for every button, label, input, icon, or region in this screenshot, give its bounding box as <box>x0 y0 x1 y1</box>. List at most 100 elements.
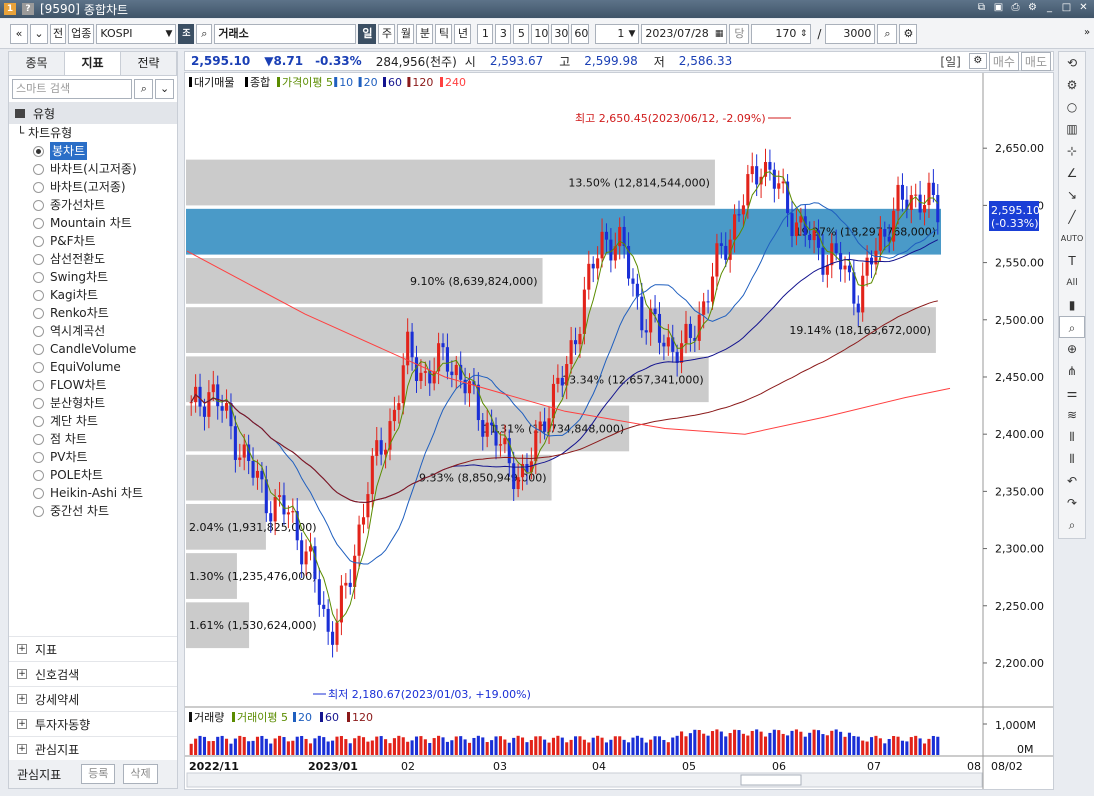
radio-icon[interactable] <box>33 163 44 175</box>
help-icon[interactable]: ? <box>22 3 34 15</box>
gann-icon[interactable]: ≋ <box>1059 404 1085 426</box>
chart-settings-icon[interactable]: ⚙ <box>968 53 987 69</box>
candle-icon[interactable]: ▮ <box>1059 294 1085 316</box>
save-icon[interactable]: ▣ <box>992 1 1005 15</box>
maximize-icon[interactable]: □ <box>1060 1 1073 15</box>
chart-type-item[interactable]: CandleVolume <box>17 340 177 358</box>
minimize-icon[interactable]: _ <box>1043 1 1056 15</box>
radio-icon[interactable] <box>33 451 44 463</box>
chart-type-item[interactable]: PV차트 <box>17 448 177 466</box>
radio-icon[interactable] <box>33 505 44 517</box>
jeon-button[interactable]: 전 <box>50 23 67 44</box>
magnet-icon[interactable]: ⋔ <box>1059 360 1085 382</box>
total-field[interactable]: 3000 <box>825 23 876 44</box>
interval-5-button[interactable]: 5 <box>513 23 530 44</box>
section-strength[interactable]: + 강세약세 <box>9 686 177 711</box>
radio-icon[interactable] <box>33 397 44 409</box>
smart-search-input[interactable]: 스마트 검색 <box>12 79 133 99</box>
exchange-field[interactable]: 거래소 <box>214 23 357 44</box>
chart-type-item[interactable]: 분산형차트 <box>17 394 177 412</box>
radio-icon[interactable] <box>33 271 44 283</box>
text-icon[interactable]: T <box>1059 250 1085 272</box>
radio-icon[interactable] <box>33 145 44 157</box>
radio-icon[interactable] <box>33 325 44 337</box>
radio-icon[interactable] <box>33 415 44 427</box>
period-tick-button[interactable]: 틱 <box>435 23 453 44</box>
interval-60-button[interactable]: 60 <box>571 23 590 44</box>
stepper-icon[interactable]: ⇕ <box>800 25 808 43</box>
type-header[interactable]: 유형 <box>9 102 177 124</box>
unit-select[interactable]: 1 ▼ <box>595 23 640 44</box>
interval-1-button[interactable]: 1 <box>477 23 494 44</box>
date-field[interactable]: 2023/07/28 ▦ <box>641 23 728 44</box>
undo-icon[interactable]: ↶ <box>1059 470 1085 492</box>
period-minute-button[interactable]: 분 <box>416 23 434 44</box>
auto-icon[interactable]: AUTO <box>1059 228 1085 250</box>
circle-icon[interactable]: ○ <box>1059 96 1085 118</box>
radio-icon[interactable] <box>33 289 44 301</box>
delete-button[interactable]: 삭제 <box>123 764 158 784</box>
radio-icon[interactable] <box>33 181 44 193</box>
arrow-icon[interactable]: ↘ <box>1059 184 1085 206</box>
chart-type-item[interactable]: FLOW차트 <box>17 376 177 394</box>
search-icon[interactable]: ⌕ <box>134 79 154 99</box>
radio-icon[interactable] <box>33 487 44 499</box>
market-select[interactable]: KOSPI ▼ <box>96 23 177 44</box>
period-month-button[interactable]: 월 <box>397 23 415 44</box>
radio-icon[interactable] <box>33 343 44 355</box>
upjong-button[interactable]: 업종 <box>68 23 95 44</box>
chart-type-item[interactable]: POLE차트 <box>17 466 177 484</box>
scroll-thumb[interactable] <box>740 774 802 786</box>
section-investor-trend[interactable]: + 투자자동향 <box>9 711 177 736</box>
chart-type-item[interactable]: Kagi차트 <box>17 286 177 304</box>
tab-indicator[interactable]: 지표 <box>65 52 121 75</box>
calendar-icon[interactable]: ▦ <box>715 25 724 43</box>
radio-icon[interactable] <box>33 469 44 481</box>
chart-type-item[interactable]: 계단 차트 <box>17 412 177 430</box>
current-button[interactable]: 당 <box>729 23 750 44</box>
fibonacci-icon[interactable]: ⚌ <box>1059 382 1085 404</box>
settings-icon[interactable]: ⚙ <box>1026 1 1039 15</box>
gear-icon[interactable]: ⚙ <box>1059 74 1085 96</box>
radio-icon[interactable] <box>33 433 44 445</box>
count-stepper[interactable]: 170 ⇕ <box>751 23 812 44</box>
chart-area[interactable]: 대기매물 종합 가격이평 5 10 20 60 120 240 13.50% (12,814,5… <box>184 72 1054 790</box>
tree-root[interactable]: └ 차트유형 <box>17 124 177 142</box>
all-icon[interactable]: All <box>1059 272 1085 294</box>
chart-icon[interactable]: ▥ <box>1059 118 1085 140</box>
link-icon[interactable]: ⧉ <box>975 1 988 15</box>
refresh-icon[interactable]: ⟲ <box>1059 52 1085 74</box>
chart-type-item[interactable]: 바차트(시고저종) <box>17 160 177 178</box>
code-search-icon[interactable]: 조 <box>178 23 195 44</box>
zoom-icon[interactable]: ⌕ <box>1059 316 1085 338</box>
chart-type-item[interactable]: Swing차트 <box>17 268 177 286</box>
zoom-search-icon[interactable]: ⌕ <box>877 23 898 44</box>
zoom-in-icon[interactable]: ⊕ <box>1059 338 1085 360</box>
chart-type-item[interactable]: P&F차트 <box>17 232 177 250</box>
price-chart-svg[interactable]: 대기매물 종합 가격이평 5 10 20 60 120 240 13.50% (12,814,5… <box>185 73 1053 789</box>
tab-strategy[interactable]: 전략 <box>121 52 177 75</box>
angle-icon[interactable]: ∠ <box>1059 162 1085 184</box>
radio-icon[interactable] <box>33 379 44 391</box>
section-indicator[interactable]: + 지표 <box>9 636 177 661</box>
cross-line-icon[interactable]: ⊹ <box>1059 140 1085 162</box>
magnifier-icon[interactable]: ⌕ <box>1059 514 1085 536</box>
chart-type-item[interactable]: 삼선전환도 <box>17 250 177 268</box>
period-week-button[interactable]: 주 <box>378 23 396 44</box>
nav-down-button[interactable]: ⌄ <box>30 23 48 44</box>
section-signal-search[interactable]: + 신호검색 <box>9 661 177 686</box>
toolbar-settings-icon[interactable]: ⚙ <box>899 23 918 44</box>
close-icon[interactable]: ✕ <box>1077 1 1090 15</box>
expand-icon[interactable]: ⌄ <box>155 79 175 99</box>
buy-button[interactable]: 매수 <box>988 51 1019 71</box>
chart-type-item[interactable]: 역시계곡선 <box>17 322 177 340</box>
chart-type-item[interactable]: 봉차트 <box>17 142 177 160</box>
redo-icon[interactable]: ↷ <box>1059 492 1085 514</box>
chart-type-item[interactable]: 바차트(고저종) <box>17 178 177 196</box>
chart-type-item[interactable]: 점 차트 <box>17 430 177 448</box>
register-button[interactable]: 등록 <box>81 764 116 784</box>
search-icon[interactable]: ⌕ <box>196 23 213 44</box>
radio-icon[interactable] <box>33 199 44 211</box>
sell-button[interactable]: 매도 <box>1020 51 1051 71</box>
chart-type-item[interactable]: 종가선차트 <box>17 196 177 214</box>
